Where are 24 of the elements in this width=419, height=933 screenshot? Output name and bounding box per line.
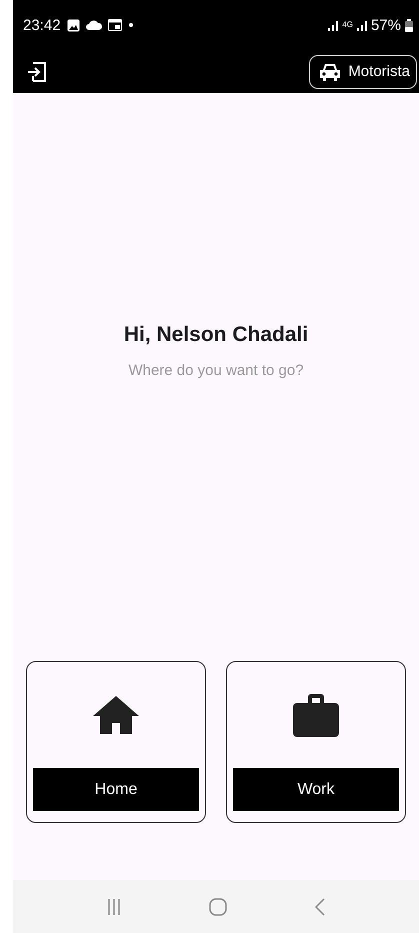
network-type: 4G bbox=[342, 21, 353, 29]
greeting-subtitle: Where do you want to go? bbox=[128, 362, 304, 379]
place-card[interactable]: Work bbox=[226, 661, 406, 823]
status-time: 23:42 bbox=[23, 16, 61, 34]
battery-percent: 57% bbox=[370, 16, 401, 34]
briefcase-icon bbox=[293, 693, 339, 737]
place-card[interactable]: Home bbox=[26, 661, 206, 823]
home-icon bbox=[93, 696, 139, 734]
signal-icon bbox=[328, 20, 338, 30]
window-icon bbox=[108, 19, 122, 31]
signal-icon bbox=[356, 20, 367, 30]
battery-icon bbox=[405, 18, 413, 32]
gallery-icon bbox=[66, 18, 80, 32]
place-label: Work bbox=[233, 768, 399, 811]
car-icon bbox=[320, 62, 340, 80]
place-label: Home bbox=[33, 768, 199, 811]
greeting-title: Hi, Nelson Chadali bbox=[124, 323, 308, 347]
cloud-icon bbox=[86, 20, 102, 30]
recent-apps-icon[interactable] bbox=[107, 898, 121, 914]
home-button-icon[interactable] bbox=[209, 898, 227, 916]
logout-icon[interactable] bbox=[27, 62, 47, 82]
dot-icon bbox=[128, 22, 134, 28]
back-icon[interactable] bbox=[315, 898, 325, 916]
driver-mode-button[interactable]: Motorista bbox=[309, 54, 417, 88]
